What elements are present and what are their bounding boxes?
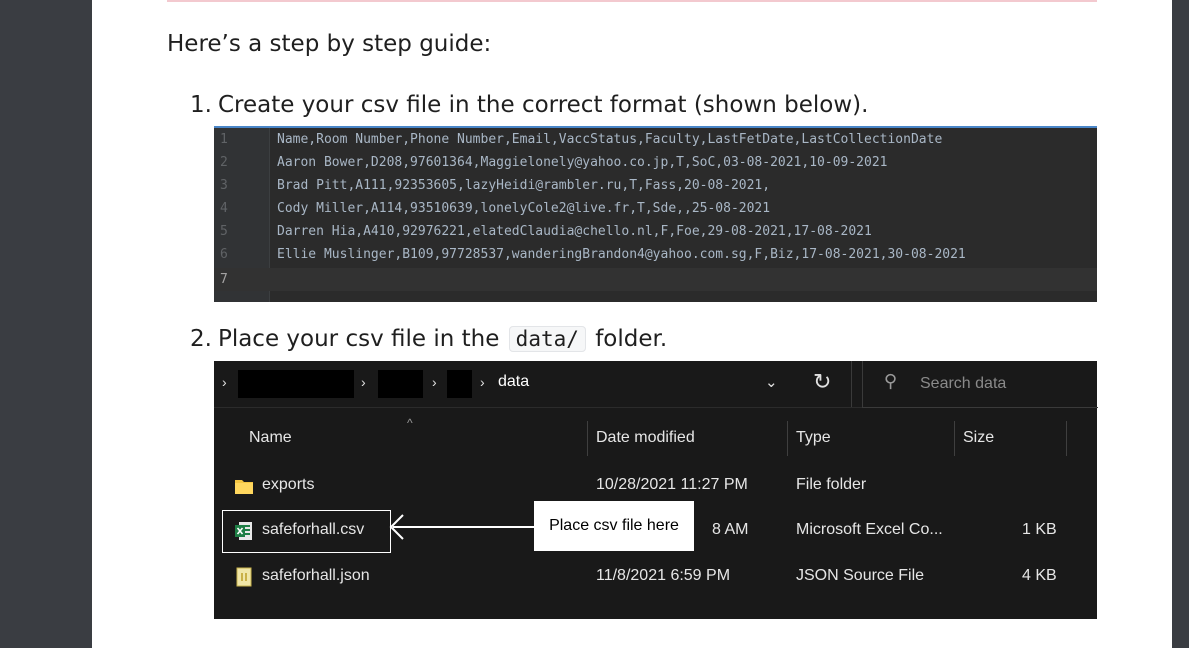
line-number: 2 <box>220 155 228 170</box>
file-row[interactable]: safeforhall.json 11/8/2021 6:59 PM JSON … <box>214 559 1097 595</box>
file-size: 1 KB <box>1022 521 1057 538</box>
right-scrollbar[interactable] <box>1172 0 1189 648</box>
line-text: Name,Room Number,Phone Number,Email,Vacc… <box>277 132 943 147</box>
file-row[interactable]: exports 10/28/2021 11:27 PM File folder <box>214 468 1097 504</box>
column-divider[interactable] <box>954 421 955 456</box>
left-margin <box>0 0 92 648</box>
column-header-date[interactable]: Date modified <box>596 429 695 447</box>
redacted-path <box>238 370 354 398</box>
step-text: Create your csv file in the correct form… <box>217 92 869 118</box>
line-text: Brad Pitt,A111,92353605,lazyHeidi@ramble… <box>277 178 771 193</box>
step-2: 2. Place your csv file in the data/ folde… <box>190 326 667 352</box>
highlight-box <box>222 510 391 553</box>
file-size: 4 KB <box>1022 567 1057 584</box>
search-box[interactable]: ⚲ Search data <box>862 361 1098 408</box>
folder-code: data/ <box>508 326 586 352</box>
code-line-current[interactable]: 7 <box>214 268 1097 291</box>
file-explorer: › › › › data ⌄ ↻ ⚲ Search data ^ Name Da… <box>214 361 1098 619</box>
file-type: File folder <box>796 476 867 493</box>
annotation-label: Place csv file here <box>534 501 694 551</box>
line-number: 7 <box>220 272 228 287</box>
column-header-name[interactable]: Name <box>249 429 292 447</box>
code-line: 6 Ellie Muslinger,B109,97728537,wanderin… <box>214 243 1097 266</box>
step-text-before: Place your csv file in the <box>217 326 500 352</box>
line-number: 6 <box>220 247 228 262</box>
csv-editor[interactable]: 1 Name,Room Number,Phone Number,Email,Va… <box>214 126 1097 302</box>
chevron-right-icon[interactable]: › <box>480 374 485 390</box>
line-text: Aaron Bower,D208,97601364,Maggielonely@y… <box>277 155 888 170</box>
chevron-right-icon[interactable]: › <box>361 374 366 390</box>
folder-icon <box>235 480 253 494</box>
json-file-icon <box>236 567 252 587</box>
code-line: 4 Cody Miller,A114,93510639,lonelyCole2@… <box>214 197 1097 220</box>
step-number: 1. <box>190 92 212 118</box>
search-placeholder[interactable]: Search data <box>920 375 1006 393</box>
file-type: JSON Source File <box>796 567 925 584</box>
file-type: Microsoft Excel Co... <box>796 521 943 538</box>
redacted-path <box>447 370 472 398</box>
line-number: 3 <box>220 178 228 193</box>
line-number: 5 <box>220 224 228 239</box>
column-header-size[interactable]: Size <box>963 429 994 447</box>
file-date: 8 AM <box>712 521 749 538</box>
chevron-right-icon[interactable]: › <box>222 374 227 390</box>
arrow-left-icon <box>389 514 535 540</box>
line-number: 1 <box>220 132 228 147</box>
file-name: exports <box>262 476 315 493</box>
line-number: 4 <box>220 201 228 216</box>
guide-intro: Here’s a step by step guide: <box>167 31 492 57</box>
line-text: Darren Hia,A410,92976221,elatedClaudia@c… <box>277 224 872 239</box>
top-divider <box>167 0 1097 2</box>
column-header-type[interactable]: Type <box>796 429 831 447</box>
column-divider[interactable] <box>787 421 788 456</box>
line-text: Ellie Muslinger,B109,97728537,wanderingB… <box>277 247 966 262</box>
step-number: 2. <box>190 326 212 352</box>
chevron-down-icon[interactable]: ⌄ <box>765 373 778 391</box>
code-line: 5 Darren Hia,A410,92976221,elatedClaudia… <box>214 220 1097 243</box>
file-date: 10/28/2021 11:27 PM <box>596 476 748 493</box>
code-line: 2 Aaron Bower,D208,97601364,Maggielonely… <box>214 151 1097 174</box>
code-line: 1 Name,Room Number,Phone Number,Email,Va… <box>214 128 1097 151</box>
breadcrumb-data[interactable]: data <box>498 373 529 391</box>
column-divider[interactable] <box>587 421 588 456</box>
chevron-right-icon[interactable]: › <box>432 374 437 390</box>
code-line: 3 Brad Pitt,A111,92353605,lazyHeidi@ramb… <box>214 174 1097 197</box>
file-date: 11/8/2021 6:59 PM <box>596 567 731 584</box>
step-text-after: folder. <box>595 326 668 352</box>
step-1: 1. Create your csv file in the correct fo… <box>190 92 868 118</box>
redacted-path <box>378 370 423 398</box>
refresh-icon[interactable]: ↻ <box>813 369 831 395</box>
sort-up-icon: ^ <box>407 416 413 430</box>
line-text: Cody Miller,A114,93510639,lonelyCole2@li… <box>277 201 771 216</box>
search-icon: ⚲ <box>884 371 898 391</box>
address-bar[interactable]: › › › › data ⌄ ↻ ⚲ Search data <box>214 361 1098 408</box>
file-name: safeforhall.json <box>262 567 370 584</box>
column-divider[interactable] <box>1066 421 1067 456</box>
divider <box>851 361 852 407</box>
